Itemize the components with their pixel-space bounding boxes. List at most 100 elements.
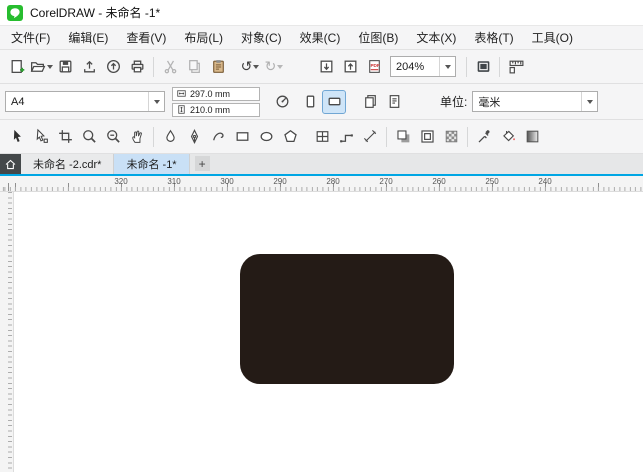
page-buttons xyxy=(270,89,440,114)
menu-effects[interactable]: 效果(C) xyxy=(291,29,350,46)
save-to-cloud-icon xyxy=(81,58,98,75)
cut-button[interactable] xyxy=(158,55,182,79)
zoom-level-combo[interactable]: 204% xyxy=(390,56,456,77)
save-to-cloud-button[interactable] xyxy=(77,55,101,79)
import-icon xyxy=(318,58,335,75)
graph-paper-tool-button[interactable] xyxy=(310,125,334,149)
drop-shadow-tool-icon xyxy=(395,128,412,145)
print-button[interactable] xyxy=(125,55,149,79)
redo-button[interactable]: ↻ xyxy=(262,55,286,79)
separator xyxy=(153,56,154,77)
paste-icon xyxy=(210,58,227,75)
interactive-fill-tool-button[interactable] xyxy=(520,125,544,149)
window-title: CorelDRAW - 未命名 -1* xyxy=(30,6,161,20)
chevron-down-icon[interactable] xyxy=(148,92,164,111)
copy-button[interactable] xyxy=(182,55,206,79)
shape-tool-button[interactable] xyxy=(29,125,53,149)
menu-text[interactable]: 文本(X) xyxy=(407,29,465,46)
chevron-down-icon[interactable] xyxy=(581,92,597,111)
crop-tool-icon xyxy=(57,128,74,145)
import-button[interactable] xyxy=(314,55,338,79)
publish-to-pdf-button[interactable]: PDF xyxy=(362,55,386,79)
zoom-tool-button[interactable] xyxy=(77,125,101,149)
drawing-scale-button[interactable] xyxy=(270,90,294,114)
copy-icon xyxy=(186,58,203,75)
pen-tool-button[interactable] xyxy=(182,125,206,149)
page-size-combo[interactable]: A4 xyxy=(5,91,165,112)
paste-button[interactable] xyxy=(206,55,230,79)
pan-tool-button[interactable] xyxy=(125,125,149,149)
current-page-button[interactable] xyxy=(382,90,406,114)
page-height-field[interactable]: 210.0 mm xyxy=(172,102,260,117)
portrait-button[interactable] xyxy=(298,90,322,114)
vertical-ruler[interactable] xyxy=(0,192,14,472)
menu-table[interactable]: 表格(T) xyxy=(465,29,522,46)
document-tab-doc-1[interactable]: 未命名 -1* xyxy=(114,154,190,174)
pick-tool-button[interactable] xyxy=(5,125,29,149)
graph-paper-tool-icon xyxy=(314,128,331,145)
freehand-tool-button[interactable] xyxy=(206,125,230,149)
full-screen-preview-button[interactable] xyxy=(471,55,495,79)
menu-layout[interactable]: 布局(L) xyxy=(175,29,232,46)
drawn-rectangle[interactable] xyxy=(240,254,454,384)
smart-fill-tool-icon xyxy=(500,128,517,145)
rectangle-tool-button[interactable] xyxy=(230,125,254,149)
document-tab-bar: 未命名 -2.cdr* 未命名 -1* + xyxy=(0,154,643,174)
home-tab-button[interactable] xyxy=(0,154,21,174)
title-bar: CorelDRAW - 未命名 -1* xyxy=(0,0,643,26)
drop-shadow-tool-button[interactable] xyxy=(391,125,415,149)
ellipse-tool-button[interactable] xyxy=(254,125,278,149)
menu-object[interactable]: 对象(C) xyxy=(232,29,291,46)
redo-icon: ↻ xyxy=(264,58,277,75)
all-pages-button[interactable] xyxy=(358,90,382,114)
full-screen-preview-icon xyxy=(475,58,492,75)
ruler-tick-label: 320 xyxy=(114,177,128,186)
zoom-out-tool-button[interactable] xyxy=(101,125,125,149)
ruler-tick-label: 300 xyxy=(220,177,234,186)
horizontal-ruler[interactable]: 320 310 300 290 280 270 260 250 240 xyxy=(0,176,643,192)
drawing-canvas[interactable] xyxy=(0,192,643,472)
new-tab-button[interactable]: + xyxy=(194,156,210,171)
chevron-down-icon[interactable] xyxy=(253,64,260,69)
polygon-tool-button[interactable] xyxy=(278,125,302,149)
connector-tool-button[interactable] xyxy=(334,125,358,149)
landscape-button[interactable] xyxy=(322,89,346,114)
menu-file[interactable]: 文件(F) xyxy=(2,29,59,46)
width-arrow-icon xyxy=(176,88,187,99)
document-tab-doc-2[interactable]: 未命名 -2.cdr* xyxy=(21,154,115,174)
smart-fill-tool-button[interactable] xyxy=(496,125,520,149)
crop-tool-button[interactable] xyxy=(53,125,77,149)
artistic-media-tool-button[interactable] xyxy=(158,125,182,149)
share-button[interactable] xyxy=(101,55,125,79)
contour-tool-icon xyxy=(419,128,436,145)
chevron-down-icon[interactable] xyxy=(277,64,284,69)
menu-tools[interactable]: 工具(O) xyxy=(523,29,582,46)
publish-to-pdf-icon: PDF xyxy=(366,58,383,75)
show-rulers-button[interactable] xyxy=(504,55,528,79)
page-width-field[interactable]: 297.0 mm xyxy=(172,86,260,101)
export-button[interactable] xyxy=(338,55,362,79)
contour-tool-button[interactable] xyxy=(415,125,439,149)
chevron-down-icon[interactable] xyxy=(439,57,455,76)
dimension-tool-button[interactable] xyxy=(358,125,382,149)
drawing-scale-icon xyxy=(274,93,291,110)
color-eyedropper-tool-button[interactable] xyxy=(472,125,496,149)
menu-edit[interactable]: 编辑(E) xyxy=(59,29,117,46)
transparency-tool-button[interactable] xyxy=(439,125,463,149)
ruler-tick-label: 240 xyxy=(538,177,552,186)
new-document-icon xyxy=(9,58,26,75)
all-pages-icon xyxy=(362,93,379,110)
menu-view[interactable]: 查看(V) xyxy=(117,29,175,46)
undo-button[interactable]: ↺ xyxy=(238,55,262,79)
units-label: 单位: xyxy=(440,95,468,109)
show-rulers-icon xyxy=(508,58,525,75)
ruler-tick-label: 310 xyxy=(167,177,181,186)
open-button[interactable] xyxy=(29,55,53,79)
menu-bitmaps[interactable]: 位图(B) xyxy=(349,29,407,46)
ruler-tick-label: 250 xyxy=(485,177,499,186)
units-combo[interactable]: 毫米 xyxy=(472,91,599,112)
new-document-button[interactable] xyxy=(5,55,29,79)
save-button[interactable] xyxy=(53,55,77,79)
